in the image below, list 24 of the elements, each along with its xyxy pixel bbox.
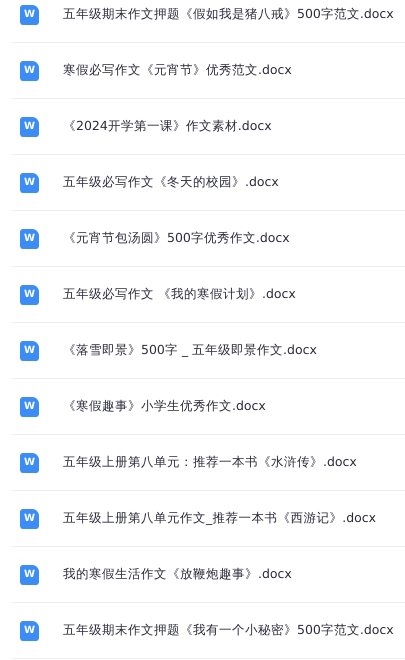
file-name[interactable]: 五年级必写作文《冬天的校园》.docx (63, 174, 279, 191)
word-document-icon: W (20, 564, 39, 584)
word-document-icon: W (20, 4, 39, 24)
file-name[interactable]: 五年级上册第八单元：推荐一本书《水浒传》.docx (63, 454, 357, 471)
word-document-icon: W (20, 172, 39, 192)
file-name[interactable]: 我的寒假生活作文《放鞭炮趣事》.docx (63, 566, 292, 583)
word-document-icon: W (20, 60, 39, 80)
file-name[interactable]: 五年级期末作文押题《假如我是猪八戒》500字范文.docx (63, 6, 394, 23)
file-name[interactable]: 五年级期末作文押题《我有一个小秘密》500字范文.docx (63, 622, 394, 639)
file-name[interactable]: 《2024开学第一课》作文素材.docx (63, 118, 272, 135)
file-name[interactable]: 五年级上册第八单元作文_推荐一本书《西游记》.docx (63, 510, 376, 527)
word-document-icon: W (20, 620, 39, 640)
file-name[interactable]: 《元宵节包汤圆》500字优秀作文.docx (63, 230, 290, 247)
file-name[interactable]: 五年级必写作文 《我的寒假计划》.docx (63, 286, 296, 303)
file-name[interactable]: 《寒假趣事》小学生优秀作文.docx (63, 398, 266, 415)
word-document-icon: W (20, 452, 39, 472)
word-document-icon: W (20, 396, 39, 416)
word-document-icon: W (20, 116, 39, 136)
word-document-icon: W (20, 228, 39, 248)
word-document-icon: W (20, 508, 39, 528)
word-document-icon: W (20, 284, 39, 304)
file-name[interactable]: 寒假必写作文《元宵节》优秀范文.docx (63, 62, 292, 79)
word-document-icon: W (20, 340, 39, 360)
file-name[interactable]: 《落雪即景》500字 _ 五年级即景作文.docx (63, 342, 317, 359)
